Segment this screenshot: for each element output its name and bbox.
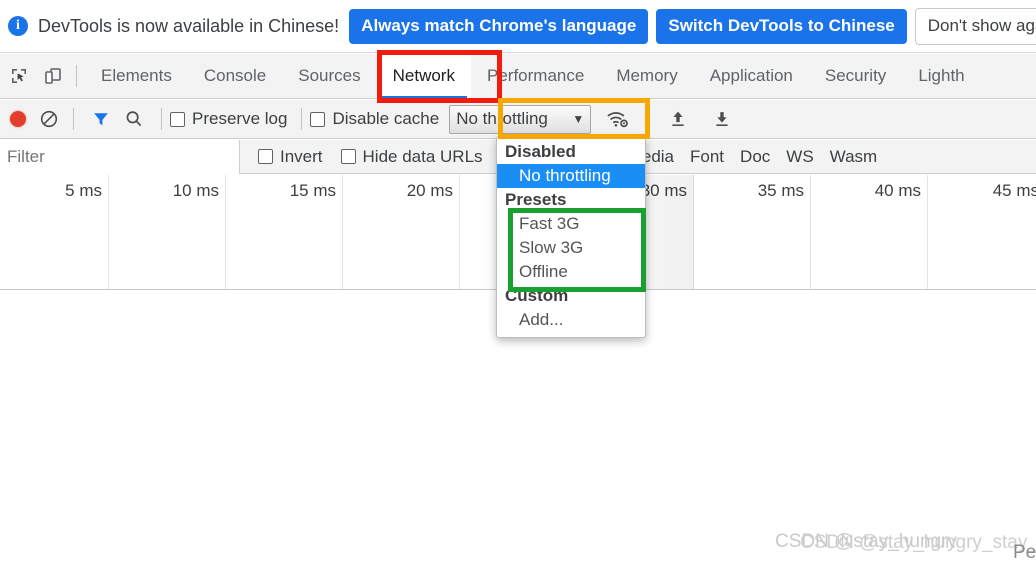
- filter-funnel-icon[interactable]: [91, 109, 111, 129]
- dropdown-item-add[interactable]: Add...: [497, 308, 645, 332]
- resource-filter-wasm[interactable]: Wasm: [822, 147, 886, 167]
- throttling-selected-value: No throttling: [456, 109, 548, 128]
- toolbar-divider-3: [161, 108, 162, 130]
- device-toolbar-icon[interactable]: [38, 61, 68, 91]
- inspect-element-icon[interactable]: [4, 61, 34, 91]
- hide-data-urls-label: Hide data URLs: [362, 146, 483, 166]
- hide-data-urls-checkbox[interactable]: Hide data URLs: [340, 146, 483, 167]
- timeline-tick: 5 ms: [65, 181, 102, 200]
- info-icon: i: [8, 16, 28, 36]
- disable-cache-label: Disable cache: [332, 109, 440, 128]
- tab-memory[interactable]: Memory: [600, 54, 693, 99]
- clear-icon[interactable]: [39, 109, 59, 129]
- hide-data-urls-box[interactable]: [340, 149, 356, 164]
- switch-to-chinese-button[interactable]: Switch DevTools to Chinese: [656, 8, 907, 44]
- preserve-log-box[interactable]: [170, 111, 185, 127]
- invert-checkbox[interactable]: Invert: [258, 147, 323, 167]
- export-har-icon[interactable]: [712, 109, 732, 129]
- throttling-dropdown[interactable]: No throttling ▼: [449, 104, 592, 134]
- tab-application[interactable]: Application: [694, 54, 809, 99]
- disable-cache-checkbox[interactable]: Disable cache: [310, 109, 439, 129]
- tab-sources[interactable]: Sources: [282, 54, 376, 99]
- invert-box[interactable]: [258, 149, 273, 164]
- timeline-tick: 40 ms: [874, 181, 921, 200]
- tab-performance[interactable]: Performance: [471, 54, 600, 99]
- tab-elements[interactable]: Elements: [85, 54, 188, 99]
- devtools-window: i DevTools is now available in Chinese! …: [0, 0, 1036, 564]
- resource-filter-ws[interactable]: WS: [778, 147, 821, 167]
- chevron-down-icon: ▼: [572, 112, 585, 126]
- tab-security[interactable]: Security: [809, 54, 902, 99]
- resource-filter-font[interactable]: Font: [682, 147, 732, 167]
- dropdown-item-offline[interactable]: Offline: [497, 260, 645, 284]
- dropdown-item-slow-3g[interactable]: Slow 3G: [497, 236, 645, 260]
- throttling-dropdown-menu[interactable]: Disabled No throttling Presets Fast 3G S…: [496, 136, 646, 338]
- search-icon[interactable]: [124, 109, 144, 129]
- notification-message: DevTools is now available in Chinese!: [38, 15, 340, 36]
- disable-cache-box[interactable]: [310, 111, 326, 127]
- preserve-log-label: Preserve log: [192, 109, 288, 128]
- network-conditions-icon[interactable]: [607, 109, 629, 129]
- tab-lighthouse[interactable]: Lighth: [902, 54, 980, 99]
- tab-list: Elements Console Sources Network Perform…: [85, 53, 981, 99]
- timeline-tick: 35 ms: [757, 181, 804, 200]
- language-notification-bar: i DevTools is now available in Chinese! …: [0, 0, 1036, 53]
- timeline-tick: 20 ms: [406, 181, 453, 200]
- invert-label: Invert: [280, 146, 323, 166]
- dont-show-again-button[interactable]: Don't show again: [914, 7, 1036, 45]
- dropdown-group-disabled: Disabled: [505, 142, 576, 161]
- always-match-language-button[interactable]: Always match Chrome's language: [349, 8, 649, 44]
- devtools-tab-bar: Elements Console Sources Network Perform…: [0, 53, 1036, 99]
- tab-network[interactable]: Network: [376, 53, 471, 99]
- filter-input[interactable]: [0, 139, 240, 174]
- timeline-tick: 30 ms: [640, 181, 687, 200]
- tab-console[interactable]: Console: [188, 54, 282, 99]
- dropdown-group-custom: Custom: [505, 286, 569, 305]
- dropdown-item-fast-3g[interactable]: Fast 3G: [497, 212, 645, 236]
- dropdown-group-presets: Presets: [505, 190, 567, 209]
- toolbar-divider-4: [301, 108, 303, 130]
- timeline-tick: 10 ms: [172, 181, 219, 200]
- timeline-tick: 15 ms: [289, 181, 336, 200]
- record-button-icon[interactable]: [10, 111, 26, 127]
- toolbar-divider-5: [647, 108, 649, 130]
- timeline-tick: 45 ms: [992, 181, 1036, 200]
- preserve-log-checkbox[interactable]: Preserve log: [170, 109, 287, 129]
- network-control-toolbar: Preserve log Disable cache No throttling…: [0, 100, 1036, 139]
- toolbar-divider: [76, 65, 77, 87]
- resource-filter-doc[interactable]: Doc: [732, 147, 778, 167]
- toolbar-divider-2: [73, 108, 74, 130]
- import-har-icon[interactable]: [668, 109, 688, 129]
- dropdown-item-no-throttling[interactable]: No throttling: [497, 164, 645, 188]
